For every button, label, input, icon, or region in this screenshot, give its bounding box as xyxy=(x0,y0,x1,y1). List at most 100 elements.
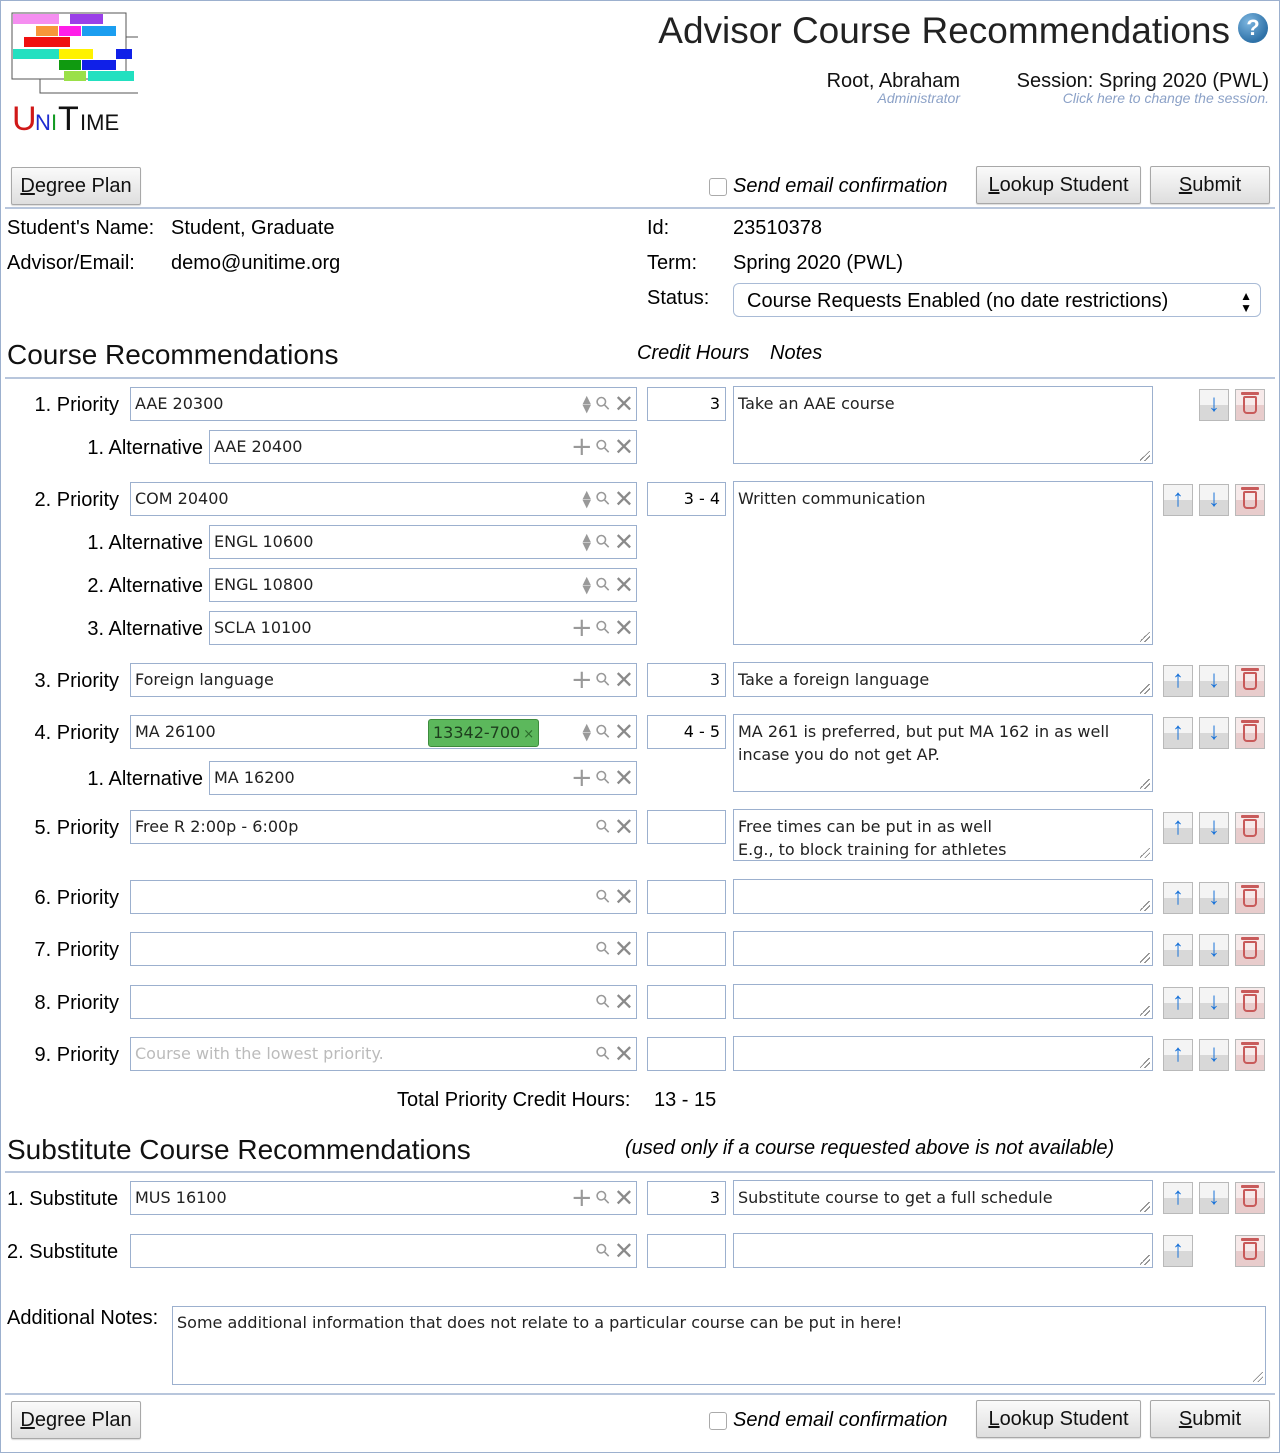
move-up-button[interactable]: ↑ xyxy=(1163,882,1193,914)
reorder-updown-icon[interactable]: ▲ ▼ xyxy=(581,532,593,552)
notes-textarea[interactable]: Take a foreign language xyxy=(733,662,1153,697)
search-icon[interactable]: ⚲ xyxy=(591,435,615,459)
submit-button-bottom[interactable]: Submit xyxy=(1150,1400,1270,1438)
search-icon[interactable]: ⚲ xyxy=(591,487,615,511)
credit-hours-input[interactable]: 3 xyxy=(647,1181,726,1215)
resize-grip-icon[interactable] xyxy=(1140,684,1150,694)
move-up-button[interactable]: ↑ xyxy=(1163,717,1193,749)
move-up-button[interactable]: ↑ xyxy=(1163,484,1193,516)
delete-button[interactable] xyxy=(1235,1235,1265,1267)
move-down-button[interactable]: ↓ xyxy=(1199,665,1229,697)
move-down-button[interactable]: ↓ xyxy=(1199,882,1229,914)
help-icon[interactable]: ? xyxy=(1238,13,1268,43)
add-alternative-icon[interactable]: + xyxy=(571,615,593,641)
course-input[interactable]: ENGL 10600 ▲ ▼ ⚲ ✕ xyxy=(209,525,637,559)
delete-button[interactable] xyxy=(1235,717,1265,749)
move-up-button[interactable]: ↑ xyxy=(1163,1182,1193,1214)
search-icon[interactable]: ⚲ xyxy=(591,1239,615,1263)
course-input[interactable]: AAE 20300 ▲ ▼ ⚲ ✕ xyxy=(130,387,637,421)
search-icon[interactable]: ⚲ xyxy=(591,573,615,597)
course-input[interactable]: Course with the lowest priority. ⚲ ✕ xyxy=(130,1037,637,1071)
resize-grip-icon[interactable] xyxy=(1140,451,1150,461)
move-down-button[interactable]: ↓ xyxy=(1199,987,1229,1019)
credit-hours-input[interactable]: 3 - 4 xyxy=(647,482,726,516)
notes-textarea[interactable]: MA 261 is preferred, but put MA 162 in a… xyxy=(733,714,1153,792)
resize-grip-icon[interactable] xyxy=(1140,901,1150,911)
unitime-logo[interactable]: U N I T IME xyxy=(10,10,145,138)
clear-icon[interactable]: ✕ xyxy=(614,1186,634,1210)
notes-textarea[interactable] xyxy=(733,1233,1153,1268)
clear-icon[interactable]: ✕ xyxy=(614,885,634,909)
send-email-checkbox[interactable] xyxy=(709,178,727,196)
notes-textarea[interactable]: Written communication xyxy=(733,481,1153,645)
notes-textarea[interactable] xyxy=(733,1036,1153,1071)
course-input[interactable]: MUS 16100 + ⚲ ✕ xyxy=(130,1181,637,1215)
move-up-button[interactable]: ↑ xyxy=(1163,665,1193,697)
reorder-updown-icon[interactable]: ▲ ▼ xyxy=(581,489,593,509)
clear-icon[interactable]: ✕ xyxy=(614,435,634,459)
add-alternative-icon[interactable]: + xyxy=(571,1185,593,1211)
move-down-button[interactable]: ↓ xyxy=(1199,812,1229,844)
delete-button[interactable] xyxy=(1235,934,1265,966)
delete-button[interactable] xyxy=(1235,484,1265,516)
clear-icon[interactable]: ✕ xyxy=(614,668,634,692)
lookup-student-button-bottom[interactable]: Lookup Student xyxy=(976,1400,1141,1438)
course-input[interactable]: AAE 20400 + ⚲ ✕ xyxy=(209,430,637,464)
delete-button[interactable] xyxy=(1235,882,1265,914)
user-info[interactable]: Root, Abraham Administrator xyxy=(827,70,960,106)
clear-icon[interactable]: ✕ xyxy=(614,766,634,790)
resize-grip-icon[interactable] xyxy=(1140,1058,1150,1068)
delete-button[interactable] xyxy=(1235,665,1265,697)
delete-button[interactable] xyxy=(1235,812,1265,844)
credit-hours-input[interactable]: 3 xyxy=(647,663,726,697)
delete-button[interactable] xyxy=(1235,389,1265,421)
resize-grip-icon[interactable] xyxy=(1140,632,1150,642)
clear-icon[interactable]: ✕ xyxy=(614,1239,634,1263)
resize-grip-icon[interactable] xyxy=(1140,848,1150,858)
status-select[interactable]: Course Requests Enabled (no date restric… xyxy=(733,283,1261,317)
move-down-button[interactable]: ↓ xyxy=(1199,1039,1229,1071)
add-alternative-icon[interactable]: + xyxy=(571,434,593,460)
move-down-button[interactable]: ↓ xyxy=(1199,389,1229,421)
course-input[interactable]: ⚲ ✕ xyxy=(130,985,637,1019)
move-down-button[interactable]: ↓ xyxy=(1199,484,1229,516)
degree-plan-button[interactable]: Degree Plan xyxy=(11,167,141,205)
notes-textarea[interactable] xyxy=(733,984,1153,1019)
resize-grip-icon[interactable] xyxy=(1140,1006,1150,1016)
send-email-checkbox-bottom[interactable] xyxy=(709,1412,727,1430)
credit-hours-input[interactable]: 4 - 5 xyxy=(647,715,726,749)
reorder-updown-icon[interactable]: ▲ ▼ xyxy=(581,722,593,742)
course-input[interactable]: MA 16200 + ⚲ ✕ xyxy=(209,761,637,795)
clear-icon[interactable]: ✕ xyxy=(614,487,634,511)
course-input[interactable]: ENGL 10800 ▲ ▼ ⚲ ✕ xyxy=(209,568,637,602)
course-input[interactable]: MA 26100 13342-700 × ▲ ▼ ⚲ ✕ xyxy=(130,715,637,749)
move-up-button[interactable]: ↑ xyxy=(1163,1235,1193,1267)
resize-grip-icon[interactable] xyxy=(1140,953,1150,963)
delete-button[interactable] xyxy=(1235,1039,1265,1071)
notes-textarea[interactable]: Take an AAE course xyxy=(733,386,1153,464)
clear-icon[interactable]: ✕ xyxy=(614,720,634,744)
credit-hours-input[interactable] xyxy=(647,985,726,1019)
credit-hours-input[interactable] xyxy=(647,810,726,844)
resize-grip-icon[interactable] xyxy=(1140,1202,1150,1212)
lookup-student-button[interactable]: Lookup Student xyxy=(976,166,1141,204)
course-input[interactable]: Free R 2:00p - 6:00p ⚲ ✕ xyxy=(130,810,637,844)
course-input[interactable]: Foreign language + ⚲ ✕ xyxy=(130,663,637,697)
search-icon[interactable]: ⚲ xyxy=(591,766,615,790)
clear-icon[interactable]: ✕ xyxy=(614,530,634,554)
search-icon[interactable]: ⚲ xyxy=(591,1042,615,1066)
remove-tag-icon[interactable]: × xyxy=(523,727,534,742)
course-input[interactable]: COM 20400 ▲ ▼ ⚲ ✕ xyxy=(130,482,637,516)
move-down-button[interactable]: ↓ xyxy=(1199,934,1229,966)
resize-grip-icon[interactable] xyxy=(1253,1372,1263,1382)
add-alternative-icon[interactable]: + xyxy=(571,667,593,693)
search-icon[interactable]: ⚲ xyxy=(591,1186,615,1210)
search-icon[interactable]: ⚲ xyxy=(591,885,615,909)
move-up-button[interactable]: ↑ xyxy=(1163,987,1193,1019)
search-icon[interactable]: ⚲ xyxy=(591,937,615,961)
notes-textarea[interactable] xyxy=(733,931,1153,966)
clear-icon[interactable]: ✕ xyxy=(614,815,634,839)
credit-hours-input[interactable] xyxy=(647,1037,726,1071)
search-icon[interactable]: ⚲ xyxy=(591,815,615,839)
degree-plan-button-bottom[interactable]: Degree Plan xyxy=(11,1401,141,1439)
